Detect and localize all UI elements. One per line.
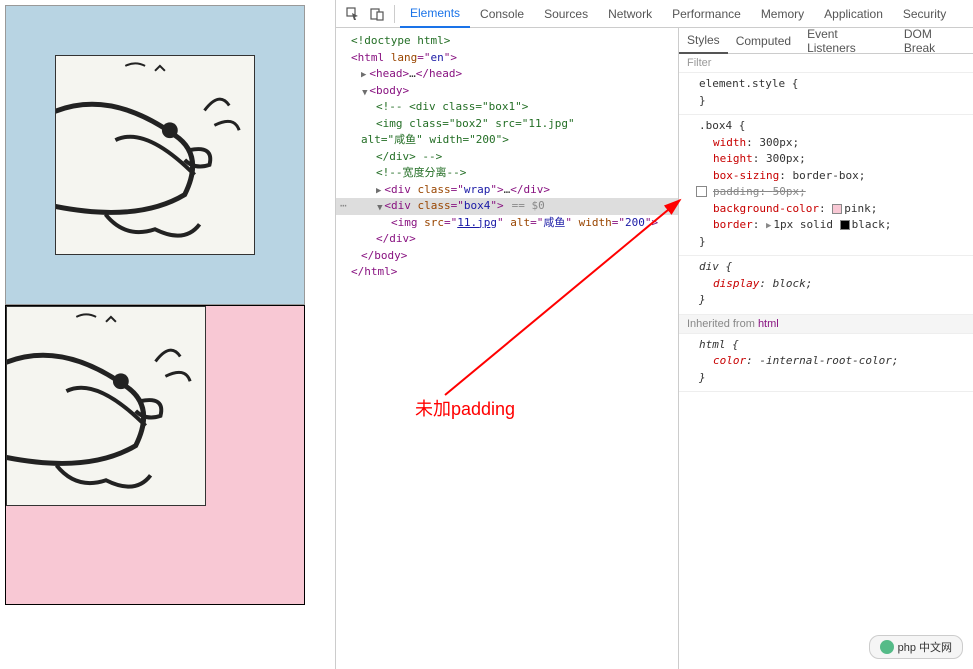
rule-checkbox[interactable]: [696, 186, 707, 197]
disabled-padding-rule[interactable]: padding: 50px;: [699, 184, 965, 201]
dom-img[interactable]: <img src="11.jpg" alt="咸鱼" width="200">: [336, 215, 678, 232]
elements-tree[interactable]: <!doctype html> <html lang="en"> ▶<head>…: [336, 28, 678, 669]
devtools-panel: Elements Console Sources Network Perform…: [335, 0, 973, 669]
fish-image-2: [6, 306, 206, 506]
dom-div-wrap[interactable]: ▶<div class="wrap">…</div>: [336, 182, 678, 199]
style-section-html[interactable]: html { color: -internal-root-color; }: [679, 334, 973, 393]
inspect-element-icon[interactable]: [341, 2, 365, 26]
styles-filter-input[interactable]: Filter: [679, 54, 973, 73]
dom-head[interactable]: ▶<head>…</head>: [336, 66, 678, 83]
badge-text: php 中文网: [898, 639, 952, 655]
dom-comment-4[interactable]: </div> -->: [336, 149, 678, 166]
color-swatch-black[interactable]: [840, 220, 850, 230]
dom-comment-2[interactable]: <img class="box2" src="11.jpg": [336, 116, 678, 133]
dom-comment-3[interactable]: alt="咸鱼" width="200">: [336, 132, 678, 149]
style-section-box4[interactable]: .box4 { width: 300px; height: 300px; box…: [679, 115, 973, 256]
dom-body-close[interactable]: </body>: [336, 248, 678, 265]
dom-doctype[interactable]: <!doctype html>: [336, 33, 678, 50]
color-swatch-pink[interactable]: [832, 204, 842, 214]
dom-div-box4-close[interactable]: </div>: [336, 231, 678, 248]
dom-div-box4-selected[interactable]: ▶<div class="box4">== $0: [336, 198, 678, 215]
tab-network[interactable]: Network: [598, 1, 662, 27]
tab-performance[interactable]: Performance: [662, 1, 751, 27]
dom-body-open[interactable]: ▶<body>: [336, 83, 678, 100]
device-toggle-icon[interactable]: [365, 2, 389, 26]
tab-console[interactable]: Console: [470, 1, 534, 27]
box4-pink: [5, 305, 305, 605]
dom-comment-5[interactable]: <!--宽度分离-->: [336, 165, 678, 182]
php-logo-icon: [880, 640, 894, 654]
style-section-element[interactable]: element.style { }: [679, 73, 973, 115]
styles-tab-computed[interactable]: Computed: [728, 29, 799, 53]
dom-comment-1[interactable]: <!-- <div class="box1">: [336, 99, 678, 116]
watermark-badge: php 中文网: [869, 635, 963, 659]
rendered-page-preview: [0, 0, 335, 669]
style-section-div[interactable]: div { display: block; }: [679, 256, 973, 315]
inherited-from-label: Inherited from html: [679, 315, 973, 334]
styles-sidebar: Styles Computed Event Listeners DOM Brea…: [678, 28, 973, 669]
dom-html-close[interactable]: </html>: [336, 264, 678, 281]
tab-sources[interactable]: Sources: [534, 1, 598, 27]
dom-html-open[interactable]: <html lang="en">: [336, 50, 678, 67]
fish-image-1: [55, 55, 255, 255]
styles-tab-styles[interactable]: Styles: [679, 28, 728, 54]
tab-elements[interactable]: Elements: [400, 0, 470, 28]
box-wrap-blue: [5, 5, 305, 305]
styles-tabs: Styles Computed Event Listeners DOM Brea…: [679, 28, 973, 54]
annotation-text: 未加padding: [415, 395, 515, 421]
